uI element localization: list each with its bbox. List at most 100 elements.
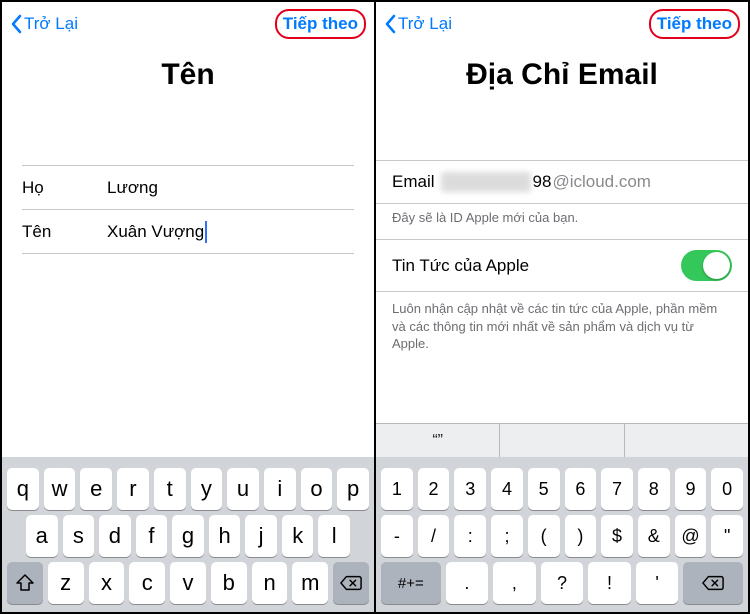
backspace-icon	[340, 574, 362, 592]
keyboard-suggestions[interactable]: “”	[376, 423, 748, 457]
key-8[interactable]: 8	[638, 468, 670, 510]
suggestion[interactable]	[624, 424, 748, 457]
suggestion[interactable]	[499, 424, 623, 457]
firstname-label: Tên	[22, 222, 107, 242]
key-i[interactable]: i	[264, 468, 296, 510]
navbar: Trở Lại Tiếp theo	[376, 2, 748, 46]
email-caption: Đây sẽ là ID Apple mới của bạn.	[376, 204, 748, 239]
key--[interactable]: -	[381, 515, 413, 557]
toggle-description: Luôn nhận cập nhật về các tin tức của Ap…	[376, 292, 748, 361]
kb-row3: zxcvbnm	[7, 562, 369, 604]
shift-key[interactable]	[7, 562, 43, 604]
key-1[interactable]: 1	[381, 468, 413, 510]
suggestion[interactable]: “”	[376, 424, 499, 457]
key-x[interactable]: x	[89, 562, 125, 604]
key-![interactable]: !	[588, 562, 631, 604]
back-label: Trở Lại	[398, 14, 452, 34]
shift-icon	[14, 574, 36, 592]
text-cursor	[205, 221, 207, 243]
back-button[interactable]: Trở Lại	[384, 14, 452, 34]
lastname-value[interactable]: Lương	[107, 178, 354, 198]
key-9[interactable]: 9	[675, 468, 707, 510]
lastname-row[interactable]: Họ Lương	[22, 166, 354, 210]
screen-email-entry: Trở Lại Tiếp theo Địa Chỉ Email Email 98…	[374, 2, 748, 612]
key-n[interactable]: n	[252, 562, 288, 604]
key-t[interactable]: t	[154, 468, 186, 510]
key-([interactable]: (	[528, 515, 560, 557]
keyboard-numeric[interactable]: 1234567890 -/:;()$&@" #+=.,?!'	[376, 457, 748, 612]
key-f[interactable]: f	[136, 515, 168, 557]
backspace-key[interactable]	[683, 562, 743, 604]
key-g[interactable]: g	[172, 515, 204, 557]
key-u[interactable]: u	[227, 468, 259, 510]
toggle-label: Tin Tức của Apple	[392, 256, 529, 276]
apple-news-toggle[interactable]	[681, 250, 732, 281]
next-button[interactable]: Tiếp theo	[649, 9, 740, 39]
key-7[interactable]: 7	[601, 468, 633, 510]
key-2[interactable]: 2	[418, 468, 450, 510]
key-?[interactable]: ?	[541, 562, 584, 604]
kb-row1: qwertyuiop	[7, 468, 369, 510]
key-l[interactable]: l	[318, 515, 350, 557]
page-title: Tên	[2, 46, 374, 120]
key-#+=[interactable]: #+=	[381, 562, 441, 604]
key-r[interactable]: r	[117, 468, 149, 510]
email-row[interactable]: Email 98 @icloud.com	[376, 161, 748, 203]
key-p[interactable]: p	[337, 468, 369, 510]
key-d[interactable]: d	[99, 515, 131, 557]
key-3[interactable]: 3	[454, 468, 486, 510]
firstname-value[interactable]: Xuân Vượng	[107, 221, 354, 243]
key-b[interactable]: b	[211, 562, 247, 604]
navbar: Trở Lại Tiếp theo	[2, 2, 374, 46]
email-label: Email	[392, 172, 435, 192]
chevron-left-icon	[384, 14, 396, 34]
key-k[interactable]: k	[282, 515, 314, 557]
key-q[interactable]: q	[7, 468, 39, 510]
keyboard-qwerty[interactable]: qwertyuiop asdfghjkl zxcvbnm	[2, 457, 374, 612]
kb-row2: -/:;()$&@"	[381, 515, 743, 557]
key-$[interactable]: $	[601, 515, 633, 557]
email-visible-suffix: 98	[533, 172, 552, 192]
key-@[interactable]: @	[675, 515, 707, 557]
key-w[interactable]: w	[44, 468, 76, 510]
key-m[interactable]: m	[292, 562, 328, 604]
key-/[interactable]: /	[418, 515, 450, 557]
key-y[interactable]: y	[191, 468, 223, 510]
key-.[interactable]: .	[446, 562, 489, 604]
key-'[interactable]: '	[636, 562, 679, 604]
key-;[interactable]: ;	[491, 515, 523, 557]
backspace-key[interactable]	[333, 562, 369, 604]
key-s[interactable]: s	[63, 515, 95, 557]
key-"[interactable]: "	[711, 515, 743, 557]
key-c[interactable]: c	[129, 562, 165, 604]
back-label: Trở Lại	[24, 14, 78, 34]
chevron-left-icon	[10, 14, 22, 34]
apple-news-row: Tin Tức của Apple	[376, 239, 748, 292]
key-0[interactable]: 0	[711, 468, 743, 510]
key-o[interactable]: o	[301, 468, 333, 510]
kb-row1: 1234567890	[381, 468, 743, 510]
firstname-row[interactable]: Tên Xuân Vượng	[22, 210, 354, 254]
key-4[interactable]: 4	[491, 468, 523, 510]
next-button[interactable]: Tiếp theo	[275, 9, 366, 39]
key-a[interactable]: a	[26, 515, 58, 557]
key-&[interactable]: &	[638, 515, 670, 557]
key-,[interactable]: ,	[493, 562, 536, 604]
key-6[interactable]: 6	[565, 468, 597, 510]
email-redacted	[441, 172, 531, 192]
key-z[interactable]: z	[48, 562, 84, 604]
key-)[interactable]: )	[565, 515, 597, 557]
key-h[interactable]: h	[209, 515, 241, 557]
kb-row3: #+=.,?!'	[381, 562, 743, 604]
backspace-icon	[702, 574, 724, 592]
lastname-label: Họ	[22, 178, 107, 198]
page-title: Địa Chỉ Email	[376, 46, 748, 120]
key-:[interactable]: :	[454, 515, 486, 557]
key-v[interactable]: v	[170, 562, 206, 604]
email-domain: @icloud.com	[552, 172, 651, 192]
key-5[interactable]: 5	[528, 468, 560, 510]
key-j[interactable]: j	[245, 515, 277, 557]
screen-name-entry: Trở Lại Tiếp theo Tên Họ Lương Tên Xuân …	[2, 2, 374, 612]
key-e[interactable]: e	[80, 468, 112, 510]
back-button[interactable]: Trở Lại	[10, 14, 78, 34]
